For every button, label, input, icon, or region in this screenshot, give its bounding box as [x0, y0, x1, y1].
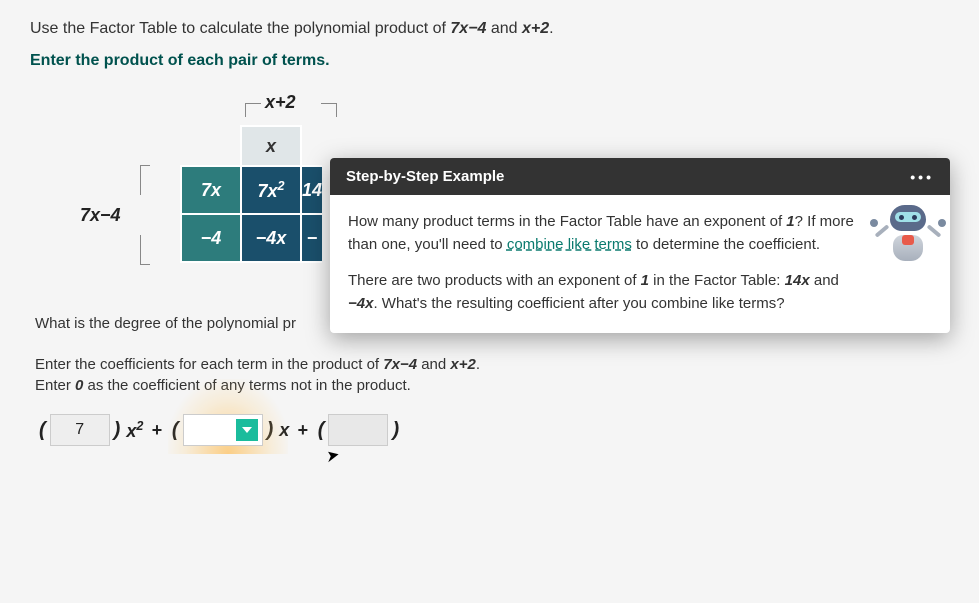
bracket-decoration [140, 235, 150, 265]
bracket-decoration [245, 103, 261, 117]
instruction-suffix: . [549, 20, 553, 37]
product-cell[interactable]: 14 [301, 166, 322, 214]
tooltip-and: and [810, 272, 839, 289]
coeff-expr1: 7x−4 [383, 356, 417, 373]
term-x: x [279, 420, 289, 441]
top-factor-label: x+2 [265, 92, 296, 113]
coeff-line1-mid: and [417, 356, 450, 373]
row-header-7x: 7x [181, 166, 241, 214]
more-icon[interactable]: ••• [910, 169, 934, 185]
coeff-line1-prefix: Enter the coefficients for each term in … [35, 356, 383, 373]
coefficient-instructions: Enter the coefficients for each term in … [35, 354, 949, 396]
close-paren: ) [267, 419, 274, 442]
term-x2: x2 [126, 419, 143, 442]
product-cell[interactable]: −4x [241, 214, 301, 262]
tooltip-term1: 14x [785, 272, 810, 289]
answer-expression: ( 7 ) x2 + ( ) x + ( ) ➤ [35, 414, 949, 446]
hint-tooltip: Step-by-Step Example ••• How many produc… [330, 158, 950, 333]
product-cell[interactable]: 7x2 [241, 166, 301, 214]
coeff-line1-suffix: . [476, 356, 480, 373]
product-cell[interactable]: − [301, 214, 322, 262]
coeff-line2-prefix: Enter [35, 377, 75, 394]
tooltip-title: Step-by-Step Example [346, 168, 504, 185]
plus-sign: + [151, 420, 162, 441]
left-factor-label: 7x−4 [80, 205, 121, 226]
expression-1: 7x−4 [450, 20, 486, 37]
col-header-x: x [241, 126, 301, 166]
open-paren: ( [172, 419, 179, 442]
coeff-line2-suffix: as the coefficient of any terms not in t… [83, 377, 410, 394]
instruction-prefix: Use the Factor Table to calculate the po… [30, 20, 450, 37]
row-header-neg4: −4 [181, 214, 241, 262]
combine-terms-link[interactable]: combine like terms [507, 236, 632, 253]
close-paren: ) [114, 419, 121, 442]
tooltip-body: How many product terms in the Factor Tab… [330, 195, 950, 333]
instruction-main: Use the Factor Table to calculate the po… [30, 20, 949, 38]
tooltip-p2a: There are two products with an exponent … [348, 272, 641, 289]
tooltip-p2c: . What's the resulting coefficient after… [373, 295, 784, 312]
coeff-input-constant[interactable] [328, 414, 388, 446]
chevron-down-icon[interactable] [236, 419, 258, 441]
empty-cell [181, 126, 241, 166]
open-paren: ( [39, 419, 46, 442]
factor-table: x 7x 7x2 14 −4 −4x − [180, 125, 322, 263]
coeff-input-x2[interactable]: 7 [50, 414, 110, 446]
close-paren: ) [392, 419, 399, 442]
plus-sign: + [297, 420, 308, 441]
tooltip-p1a: How many product terms in the Factor Tab… [348, 213, 786, 230]
bracket-decoration [321, 103, 337, 117]
cursor-icon: ➤ [323, 445, 341, 468]
bracket-decoration [140, 165, 150, 195]
tooltip-term2: −4x [348, 295, 373, 312]
tooltip-p2b: in the Factor Table: [649, 272, 785, 289]
mascot-icon [878, 205, 938, 275]
instruction-mid: and [486, 20, 522, 37]
coeff-expr2: x+2 [450, 356, 475, 373]
coeff-dropdown-x[interactable] [183, 414, 263, 446]
expression-2: x+2 [522, 20, 549, 37]
tooltip-header[interactable]: Step-by-Step Example ••• [330, 158, 950, 195]
tooltip-one2: 1 [641, 272, 649, 289]
tooltip-p1c: to determine the coefficient. [632, 236, 820, 253]
open-paren: ( [318, 419, 325, 442]
instruction-bold: Enter the product of each pair of terms. [30, 52, 949, 70]
tooltip-one: 1 [786, 213, 794, 230]
